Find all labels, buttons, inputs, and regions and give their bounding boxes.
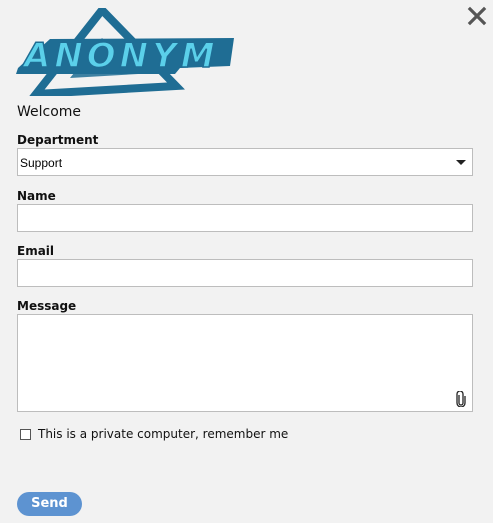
close-icon xyxy=(467,6,487,26)
email-label: Email xyxy=(17,244,55,258)
name-label: Name xyxy=(17,189,56,203)
welcome-heading: Welcome xyxy=(17,104,82,120)
svg-text:ANONYM: ANONYM xyxy=(21,36,219,76)
remember-checkbox[interactable] xyxy=(20,428,31,440)
remember-me[interactable]: This is a private computer, remember me xyxy=(20,427,288,441)
close-button[interactable] xyxy=(467,6,487,26)
email-input[interactable] xyxy=(17,259,473,287)
message-label: Message xyxy=(17,299,77,313)
department-label: Department xyxy=(17,133,99,147)
paperclip-icon[interactable] xyxy=(456,391,466,407)
department-selected-value: Support xyxy=(20,156,63,170)
send-button[interactable]: Send xyxy=(17,492,82,516)
department-select[interactable]: Support xyxy=(17,148,473,176)
message-textarea[interactable] xyxy=(17,314,473,412)
remember-label: This is a private computer, remember me xyxy=(38,427,289,441)
chevron-down-icon xyxy=(456,160,466,165)
name-input[interactable] xyxy=(17,204,473,232)
brand-logo: ANONYM xyxy=(10,3,238,99)
